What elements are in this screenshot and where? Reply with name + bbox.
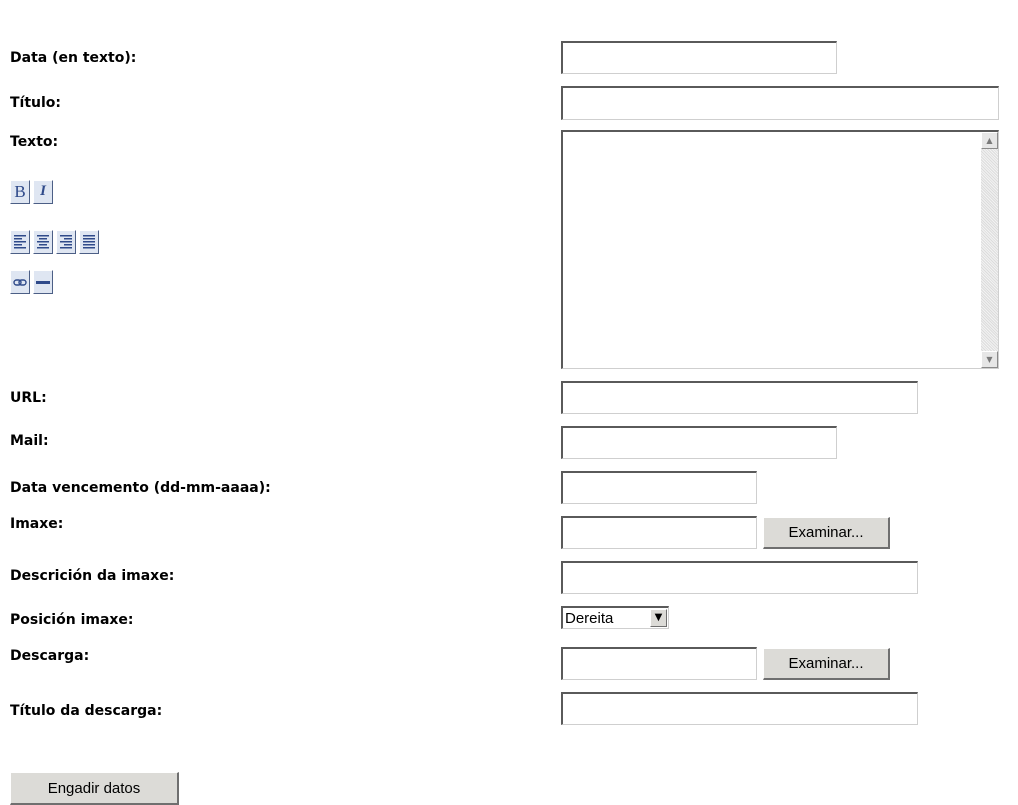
image-description-label: Descrición da imaxe: (10, 568, 175, 584)
text-area-scrollbar[interactable]: ▲ ▼ (981, 132, 998, 368)
bold-button[interactable]: B (10, 180, 30, 204)
add-data-button[interactable]: Engadir datos (10, 772, 179, 805)
align-left-button[interactable] (10, 230, 30, 254)
text-label: Texto: (10, 134, 59, 150)
text-area[interactable]: ▲ ▼ (561, 130, 999, 369)
image-description-input[interactable] (561, 561, 918, 594)
link-icon (13, 279, 27, 286)
image-browse-button[interactable]: Examinar... (763, 517, 890, 549)
italic-button[interactable]: I (33, 180, 53, 204)
image-position-select[interactable]: Dereita ▼ (561, 606, 669, 629)
download-browse-button[interactable]: Examinar... (763, 648, 890, 680)
url-input[interactable] (561, 381, 918, 414)
image-position-label: Posición imaxe: (10, 612, 134, 628)
image-label: Imaxe: (10, 516, 64, 532)
title-label: Título: (10, 95, 62, 111)
mail-input[interactable] (561, 426, 837, 459)
download-file-input[interactable] (561, 647, 757, 680)
mail-label: Mail: (10, 433, 49, 449)
bold-icon: B (14, 182, 26, 201)
image-file-input[interactable] (561, 516, 757, 549)
download-title-label: Título da descarga: (10, 703, 163, 719)
align-justify-icon (83, 235, 95, 249)
text-area-input[interactable] (563, 132, 981, 367)
align-center-icon (37, 235, 49, 249)
italic-icon: I (40, 183, 46, 199)
expiry-date-input[interactable] (561, 471, 757, 504)
download-title-input[interactable] (561, 692, 918, 725)
title-input[interactable] (561, 86, 999, 120)
align-right-icon (60, 235, 72, 249)
align-center-button[interactable] (33, 230, 53, 254)
align-left-icon (14, 235, 26, 249)
insert-link-button[interactable] (10, 270, 30, 294)
horizontal-rule-button[interactable] (33, 270, 53, 294)
download-label: Descarga: (10, 648, 90, 664)
align-justify-button[interactable] (79, 230, 99, 254)
horizontal-rule-icon (36, 281, 50, 284)
align-right-button[interactable] (56, 230, 76, 254)
chevron-down-icon[interactable]: ▼ (650, 609, 667, 627)
scroll-up-icon[interactable]: ▲ (981, 132, 998, 149)
date-text-label: Data (en texto): (10, 50, 137, 66)
scroll-down-icon[interactable]: ▼ (981, 351, 998, 368)
expiry-date-label: Data vencemento (dd-mm-aaaa): (10, 480, 271, 496)
url-label: URL: (10, 390, 47, 406)
image-position-value: Dereita (565, 610, 614, 627)
date-text-input[interactable] (561, 41, 837, 74)
